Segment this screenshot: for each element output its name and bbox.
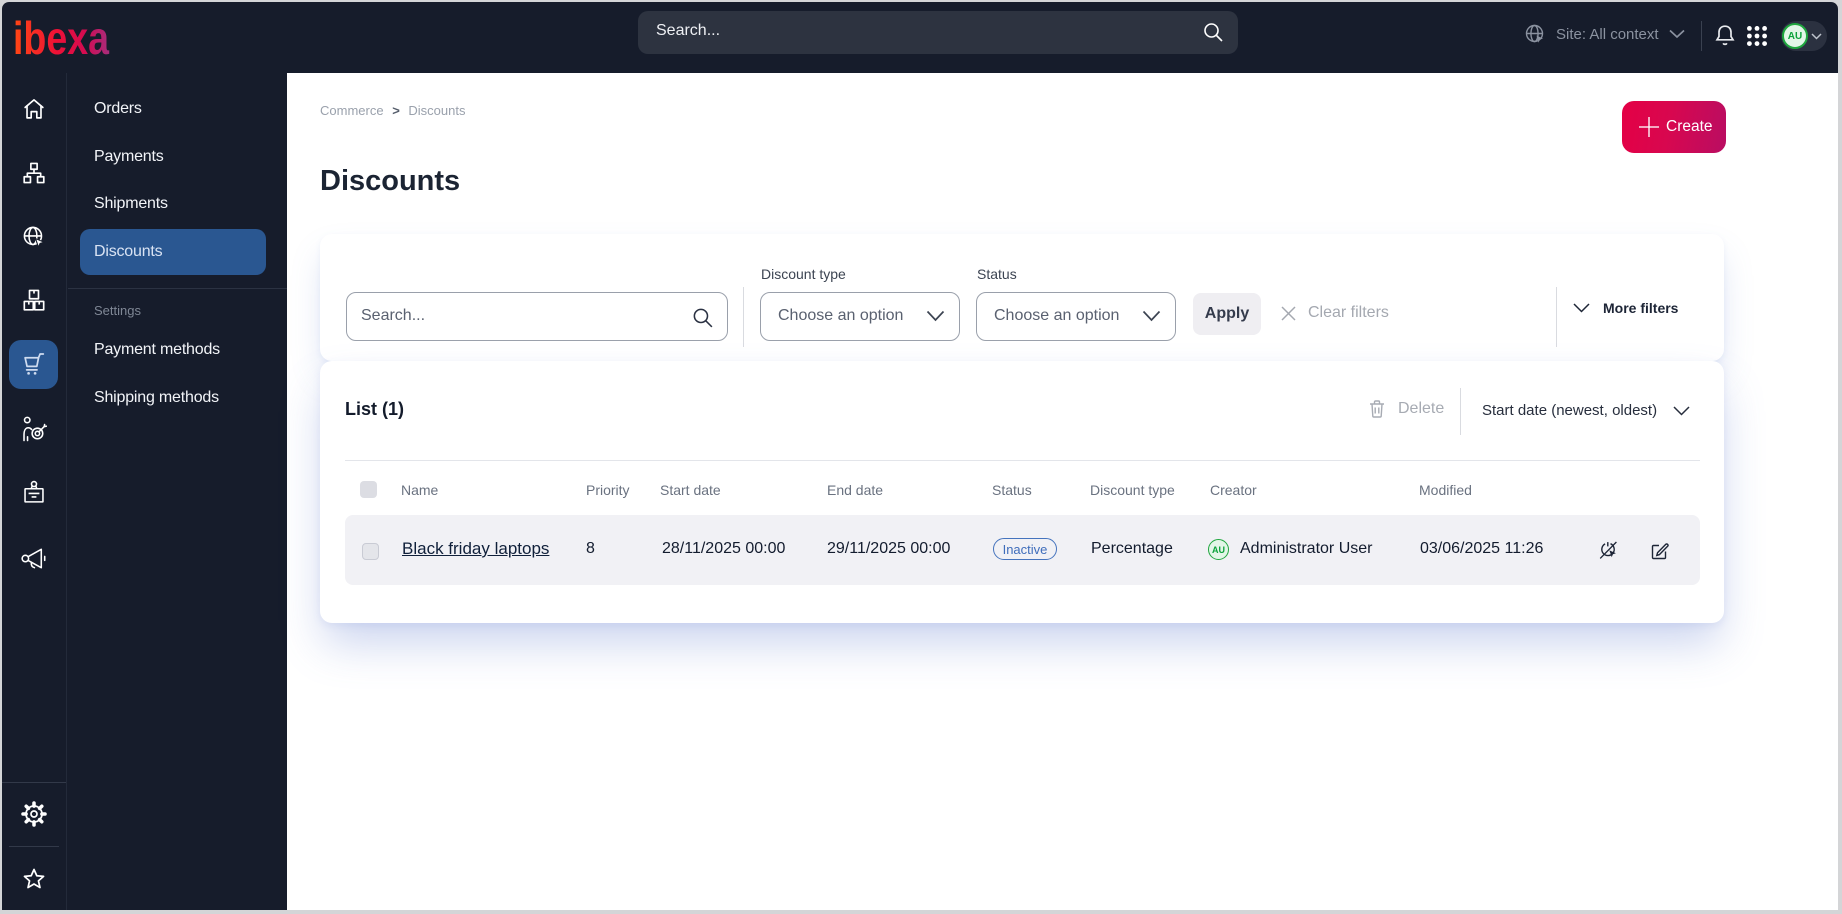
svg-text:ibexa: ibexa [15,16,109,60]
